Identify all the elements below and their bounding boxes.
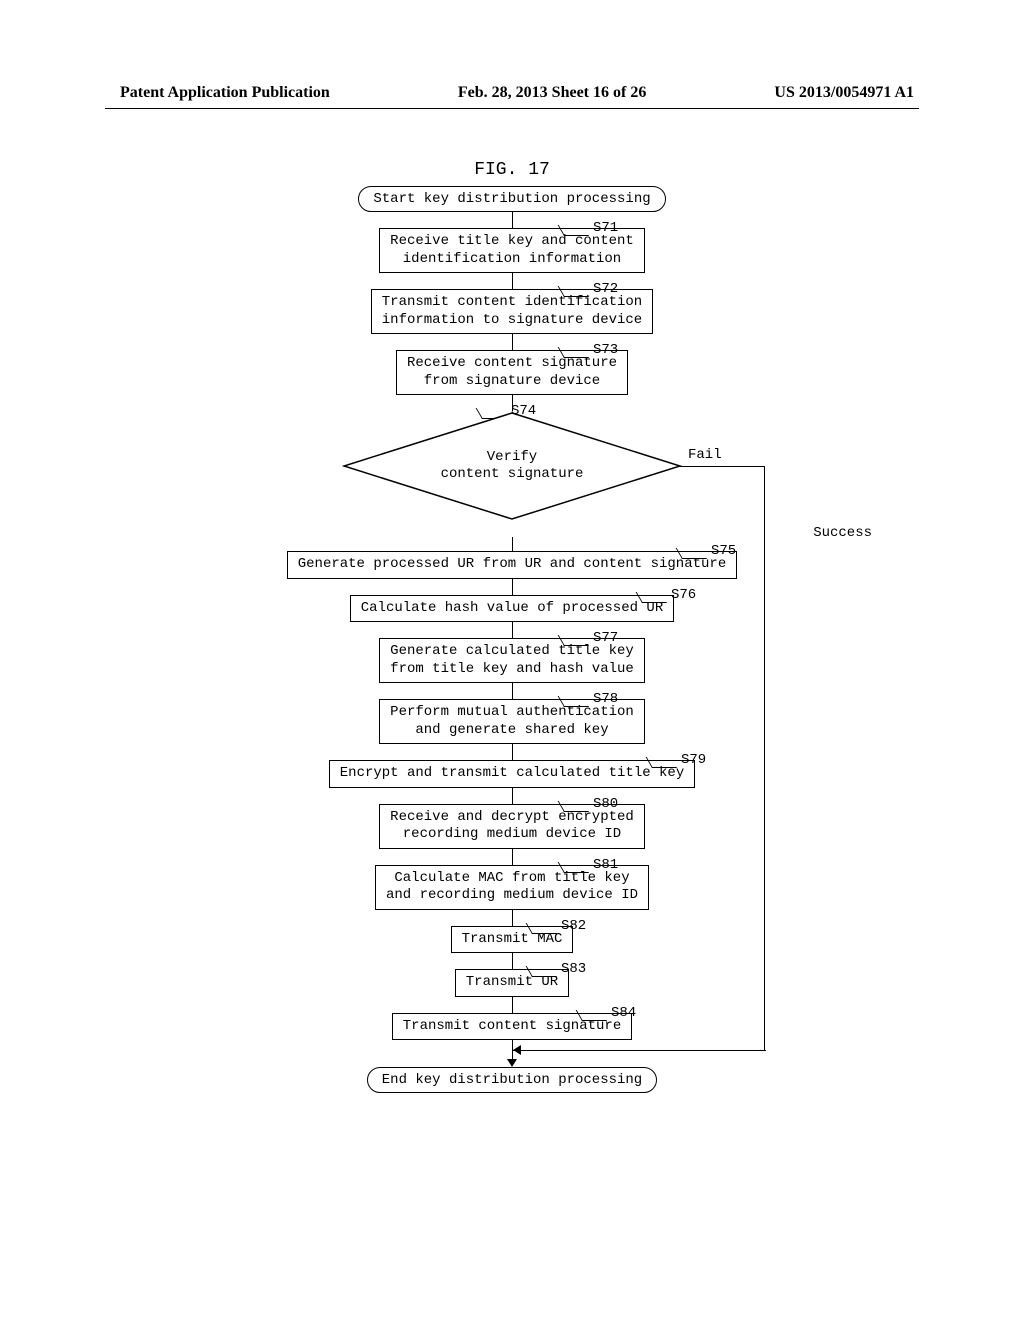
decision-success-label: Success <box>813 525 872 541</box>
terminator-start: Start key distribution processing <box>358 186 665 212</box>
header-left: Patent Application Publication <box>120 84 330 102</box>
step-id-s82: S82 <box>532 918 586 934</box>
step-id-s79: S79 <box>652 752 706 768</box>
step-id-s71: S71 <box>564 220 618 236</box>
step-id-s72: S72 <box>564 281 618 297</box>
header-right: US 2013/0054971 A1 <box>774 84 914 102</box>
decision-s74: Verifycontent signature Fail <box>342 411 682 521</box>
arrowhead-down-icon <box>507 1059 517 1067</box>
step-s79: Encrypt and transmit calculated title ke… <box>329 760 695 788</box>
flowchart: Start key distribution processing S71 Re… <box>0 186 1024 1093</box>
step-id-s73: S73 <box>564 342 618 358</box>
step-id-s83: S83 <box>532 961 586 977</box>
step-id-s77: S77 <box>564 630 618 646</box>
step-id-s75: S75 <box>682 543 736 559</box>
page-header: Patent Application Publication Feb. 28, … <box>0 84 1024 102</box>
step-s75: Generate processed UR from UR and conten… <box>287 551 737 579</box>
decision-fail-label: Fail <box>688 447 722 463</box>
header-center: Feb. 28, 2013 Sheet 16 of 26 <box>458 84 646 102</box>
page: Patent Application Publication Feb. 28, … <box>0 0 1024 1320</box>
step-s76: Calculate hash value of processed UR <box>350 595 674 623</box>
step-id-s80: S80 <box>564 796 618 812</box>
decision-text-s74: Verifycontent signature <box>441 449 584 483</box>
header-rule <box>105 108 919 109</box>
figure-label: FIG. 17 <box>0 160 1024 180</box>
step-id-s84: S84 <box>582 1005 636 1021</box>
terminator-end: End key distribution processing <box>367 1067 657 1093</box>
step-id-s78: S78 <box>564 691 618 707</box>
step-id-s81: S81 <box>564 857 618 873</box>
step-id-s76: S76 <box>642 587 696 603</box>
